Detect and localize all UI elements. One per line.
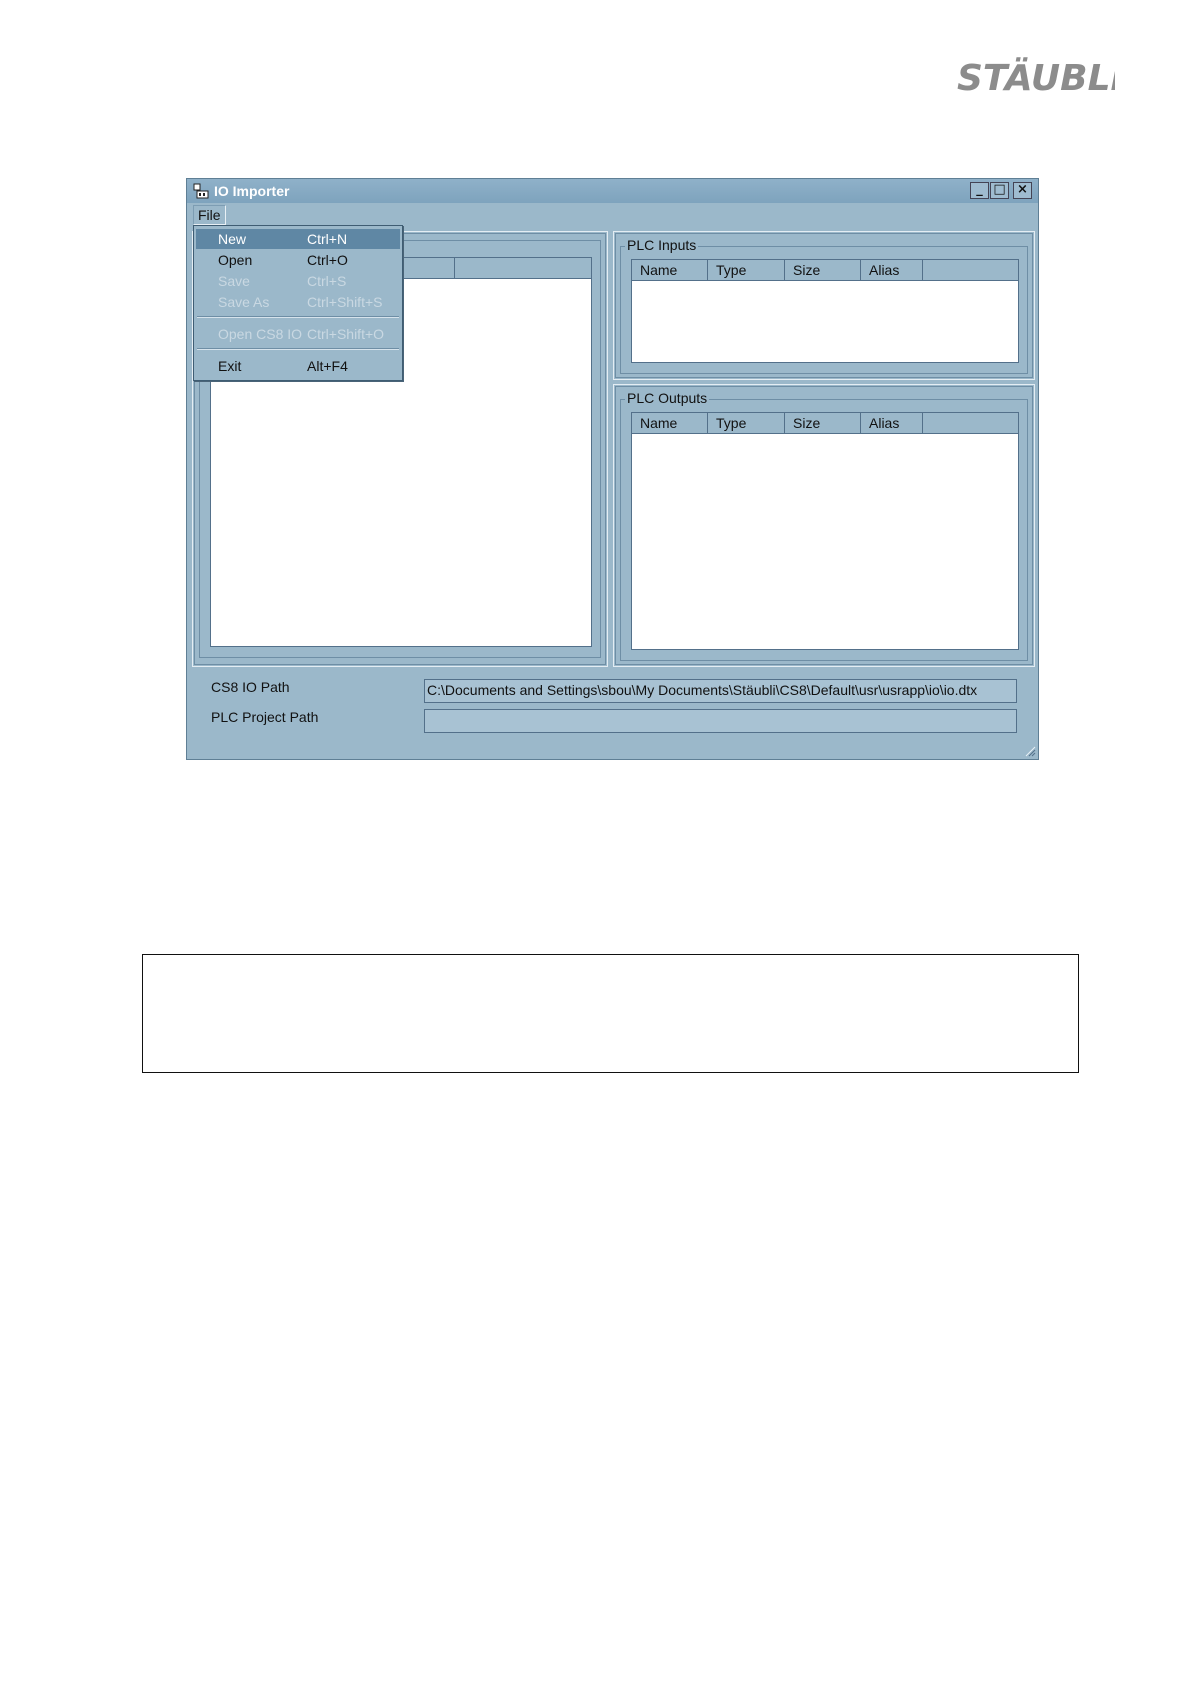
column-name[interactable]: Name — [632, 260, 708, 280]
menu-item-exit[interactable]: Exit Alt+F4 — [196, 356, 400, 376]
menu-bar: File — [187, 203, 1038, 225]
menu-separator — [197, 348, 399, 350]
plc-outputs-label: PLC Outputs — [625, 390, 710, 406]
svg-text:STÄUBLI: STÄUBLI — [957, 57, 1115, 99]
close-button[interactable]: × — [1013, 182, 1032, 199]
plc-outputs-group: PLC Outputs Name Type Size Alias — [620, 390, 1028, 661]
menu-item-open-cs8-io[interactable]: Open CS8 IO Ctrl+Shift+O — [196, 324, 400, 344]
plc-outputs-header: Name Type Size Alias — [632, 413, 1018, 434]
plc-outputs-pane: PLC Outputs Name Type Size Alias — [613, 384, 1035, 667]
title-bar[interactable]: IO Importer _ □ × — [187, 179, 1038, 203]
plc-inputs-pane: PLC Inputs Name Type Size Alias — [613, 231, 1035, 380]
menu-item-open[interactable]: Open Ctrl+O — [196, 250, 400, 270]
cs8-io-path-field[interactable]: C:\Documents and Settings\sbou\My Docume… — [424, 679, 1017, 703]
column-size[interactable]: Size — [785, 413, 861, 433]
column-type[interactable]: Type — [708, 413, 785, 433]
plc-outputs-list[interactable]: Name Type Size Alias — [631, 412, 1019, 650]
menu-item-save-as[interactable]: Save As Ctrl+Shift+S — [196, 292, 400, 312]
maximize-button[interactable]: □ — [990, 182, 1009, 199]
plc-inputs-header: Name Type Size Alias — [632, 260, 1018, 281]
io-importer-window: IO Importer _ □ × File PLC Inputs Name T… — [186, 178, 1039, 760]
menu-separator — [197, 316, 399, 318]
file-dropdown-menu: New Ctrl+N Open Ctrl+O Save Ctrl+S Save … — [193, 225, 403, 381]
file-menu[interactable]: File — [193, 205, 226, 225]
column-alias[interactable]: Alias — [861, 413, 923, 433]
plc-project-path-field[interactable] — [424, 709, 1017, 733]
plc-inputs-list[interactable]: Name Type Size Alias — [631, 259, 1019, 363]
menu-item-new[interactable]: New Ctrl+N — [196, 229, 400, 249]
note-box — [142, 954, 1079, 1073]
column-size[interactable]: Size — [785, 260, 861, 280]
resize-grip-icon[interactable] — [1024, 745, 1036, 757]
plc-project-path-label: PLC Project Path — [211, 709, 319, 725]
minimize-button[interactable]: _ — [970, 182, 989, 199]
cs8-io-path-label: CS8 IO Path — [211, 679, 290, 695]
menu-item-save[interactable]: Save Ctrl+S — [196, 271, 400, 291]
column-type[interactable]: Type — [708, 260, 785, 280]
column-name[interactable]: Name — [632, 413, 708, 433]
window-title: IO Importer — [214, 183, 290, 199]
staubli-logo: STÄUBLI — [957, 57, 1115, 99]
column-alias[interactable]: Alias — [861, 260, 923, 280]
app-icon — [193, 183, 209, 199]
plc-inputs-label: PLC Inputs — [625, 237, 699, 253]
plc-inputs-group: PLC Inputs Name Type Size Alias — [620, 237, 1028, 374]
